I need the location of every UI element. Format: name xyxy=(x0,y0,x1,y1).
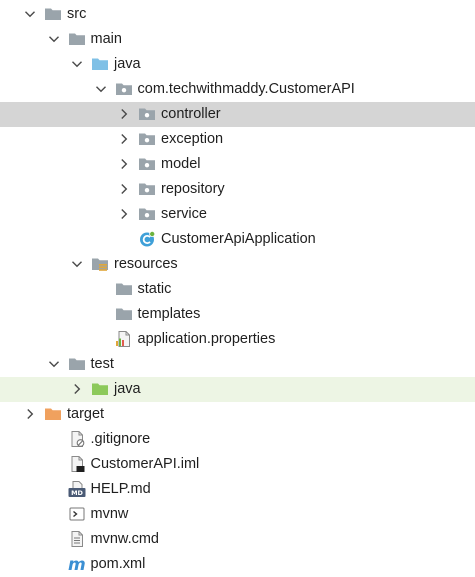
folder-icon xyxy=(115,280,133,298)
tree-node-label: src xyxy=(67,6,87,22)
chevron-down-icon[interactable] xyxy=(48,358,60,370)
text-file-icon xyxy=(68,530,86,548)
node-customerapiapplication[interactable]: CustomerApiApplication xyxy=(0,227,475,252)
folder-icon xyxy=(44,5,62,23)
iml-file-icon xyxy=(68,455,86,473)
package-icon xyxy=(138,130,156,148)
svg-text:m: m xyxy=(68,555,86,573)
node-test[interactable]: test xyxy=(0,352,475,377)
node-main[interactable]: main xyxy=(0,27,475,52)
node-model[interactable]: model xyxy=(0,152,475,177)
source-folder-icon xyxy=(91,55,109,73)
chevron-down-icon[interactable] xyxy=(95,83,107,95)
excluded-folder-icon xyxy=(44,405,62,423)
node-pom-xml[interactable]: m pom.xml xyxy=(0,552,475,577)
chevron-down-icon[interactable] xyxy=(24,8,36,20)
tree-node-label: .gitignore xyxy=(90,431,151,447)
svg-text:MD: MD xyxy=(71,489,83,497)
properties-file-icon xyxy=(115,330,133,348)
node-mvnw[interactable]: mvnw xyxy=(0,502,475,527)
tree-node-label: exception xyxy=(161,131,224,147)
node-resources[interactable]: resources xyxy=(0,252,475,277)
spring-boot-class-icon xyxy=(138,230,156,248)
chevron-right-icon[interactable] xyxy=(71,383,83,395)
tree-node-label: model xyxy=(161,156,201,172)
tree-node-label: test xyxy=(90,356,114,372)
chevron-right-icon[interactable] xyxy=(118,133,130,145)
tree-node-label: mvnw xyxy=(90,506,129,522)
tree-node-label: mvnw.cmd xyxy=(90,531,160,547)
chevron-right-icon[interactable] xyxy=(24,408,36,420)
package-icon xyxy=(138,155,156,173)
chevron-down-icon[interactable] xyxy=(71,58,83,70)
node-exception[interactable]: exception xyxy=(0,127,475,152)
chevron-right-icon[interactable] xyxy=(118,208,130,220)
tree-node-label: com.techwithmaddy.CustomerAPI xyxy=(137,81,355,97)
tree-node-label: java xyxy=(114,381,141,397)
ignored-file-icon xyxy=(68,430,86,448)
resources-folder-icon xyxy=(91,255,109,273)
folder-icon xyxy=(115,305,133,323)
tree-node-label: HELP.md xyxy=(90,481,151,497)
tree-node-label: application.properties xyxy=(137,331,276,347)
tree-node-label: target xyxy=(67,406,105,422)
chevron-down-icon[interactable] xyxy=(48,33,60,45)
node-templates[interactable]: templates xyxy=(0,302,475,327)
node-gitignore[interactable]: .gitignore xyxy=(0,427,475,452)
tree-node-label: java xyxy=(114,56,141,72)
node-src[interactable]: src xyxy=(0,2,475,27)
tree-node-label: controller xyxy=(161,106,221,122)
package-icon xyxy=(138,105,156,123)
folder-icon xyxy=(68,30,86,48)
node-java[interactable]: java xyxy=(0,52,475,77)
tree-node-label: pom.xml xyxy=(90,556,146,572)
tree-node-label: service xyxy=(161,206,207,222)
package-icon xyxy=(138,205,156,223)
node-package-customerapi[interactable]: com.techwithmaddy.CustomerAPI xyxy=(0,77,475,102)
tree-node-label: templates xyxy=(137,306,201,322)
tree-node-label: main xyxy=(90,31,122,47)
test-folder-icon xyxy=(91,380,109,398)
chevron-down-icon[interactable] xyxy=(71,258,83,270)
node-controller[interactable]: controller xyxy=(0,102,475,127)
node-test-java[interactable]: java xyxy=(0,377,475,402)
node-repository[interactable]: repository xyxy=(0,177,475,202)
tree-node-label: static xyxy=(137,281,172,297)
chevron-right-icon[interactable] xyxy=(118,183,130,195)
folder-icon xyxy=(68,355,86,373)
markdown-file-icon: MD xyxy=(68,480,86,498)
shell-script-icon xyxy=(68,505,86,523)
tree-node-label: CustomerApiApplication xyxy=(161,231,316,247)
chevron-right-icon[interactable] xyxy=(118,108,130,120)
node-application-properties[interactable]: application.properties xyxy=(0,327,475,352)
node-customerapi-iml[interactable]: CustomerAPI.iml xyxy=(0,452,475,477)
project-tree: src main java com.techwithmaddy.CustomerAPI… xyxy=(0,0,475,576)
maven-file-icon: m xyxy=(68,555,86,573)
tree-node-label: resources xyxy=(114,256,178,272)
node-static[interactable]: static xyxy=(0,277,475,302)
chevron-right-icon[interactable] xyxy=(118,158,130,170)
node-service[interactable]: service xyxy=(0,202,475,227)
package-icon xyxy=(115,80,133,98)
tree-node-label: repository xyxy=(161,181,225,197)
node-mvnw-cmd[interactable]: mvnw.cmd xyxy=(0,527,475,552)
tree-node-label: CustomerAPI.iml xyxy=(90,456,200,472)
node-target[interactable]: target xyxy=(0,402,475,427)
package-icon xyxy=(138,180,156,198)
node-help-md[interactable]: MD HELP.md xyxy=(0,477,475,502)
